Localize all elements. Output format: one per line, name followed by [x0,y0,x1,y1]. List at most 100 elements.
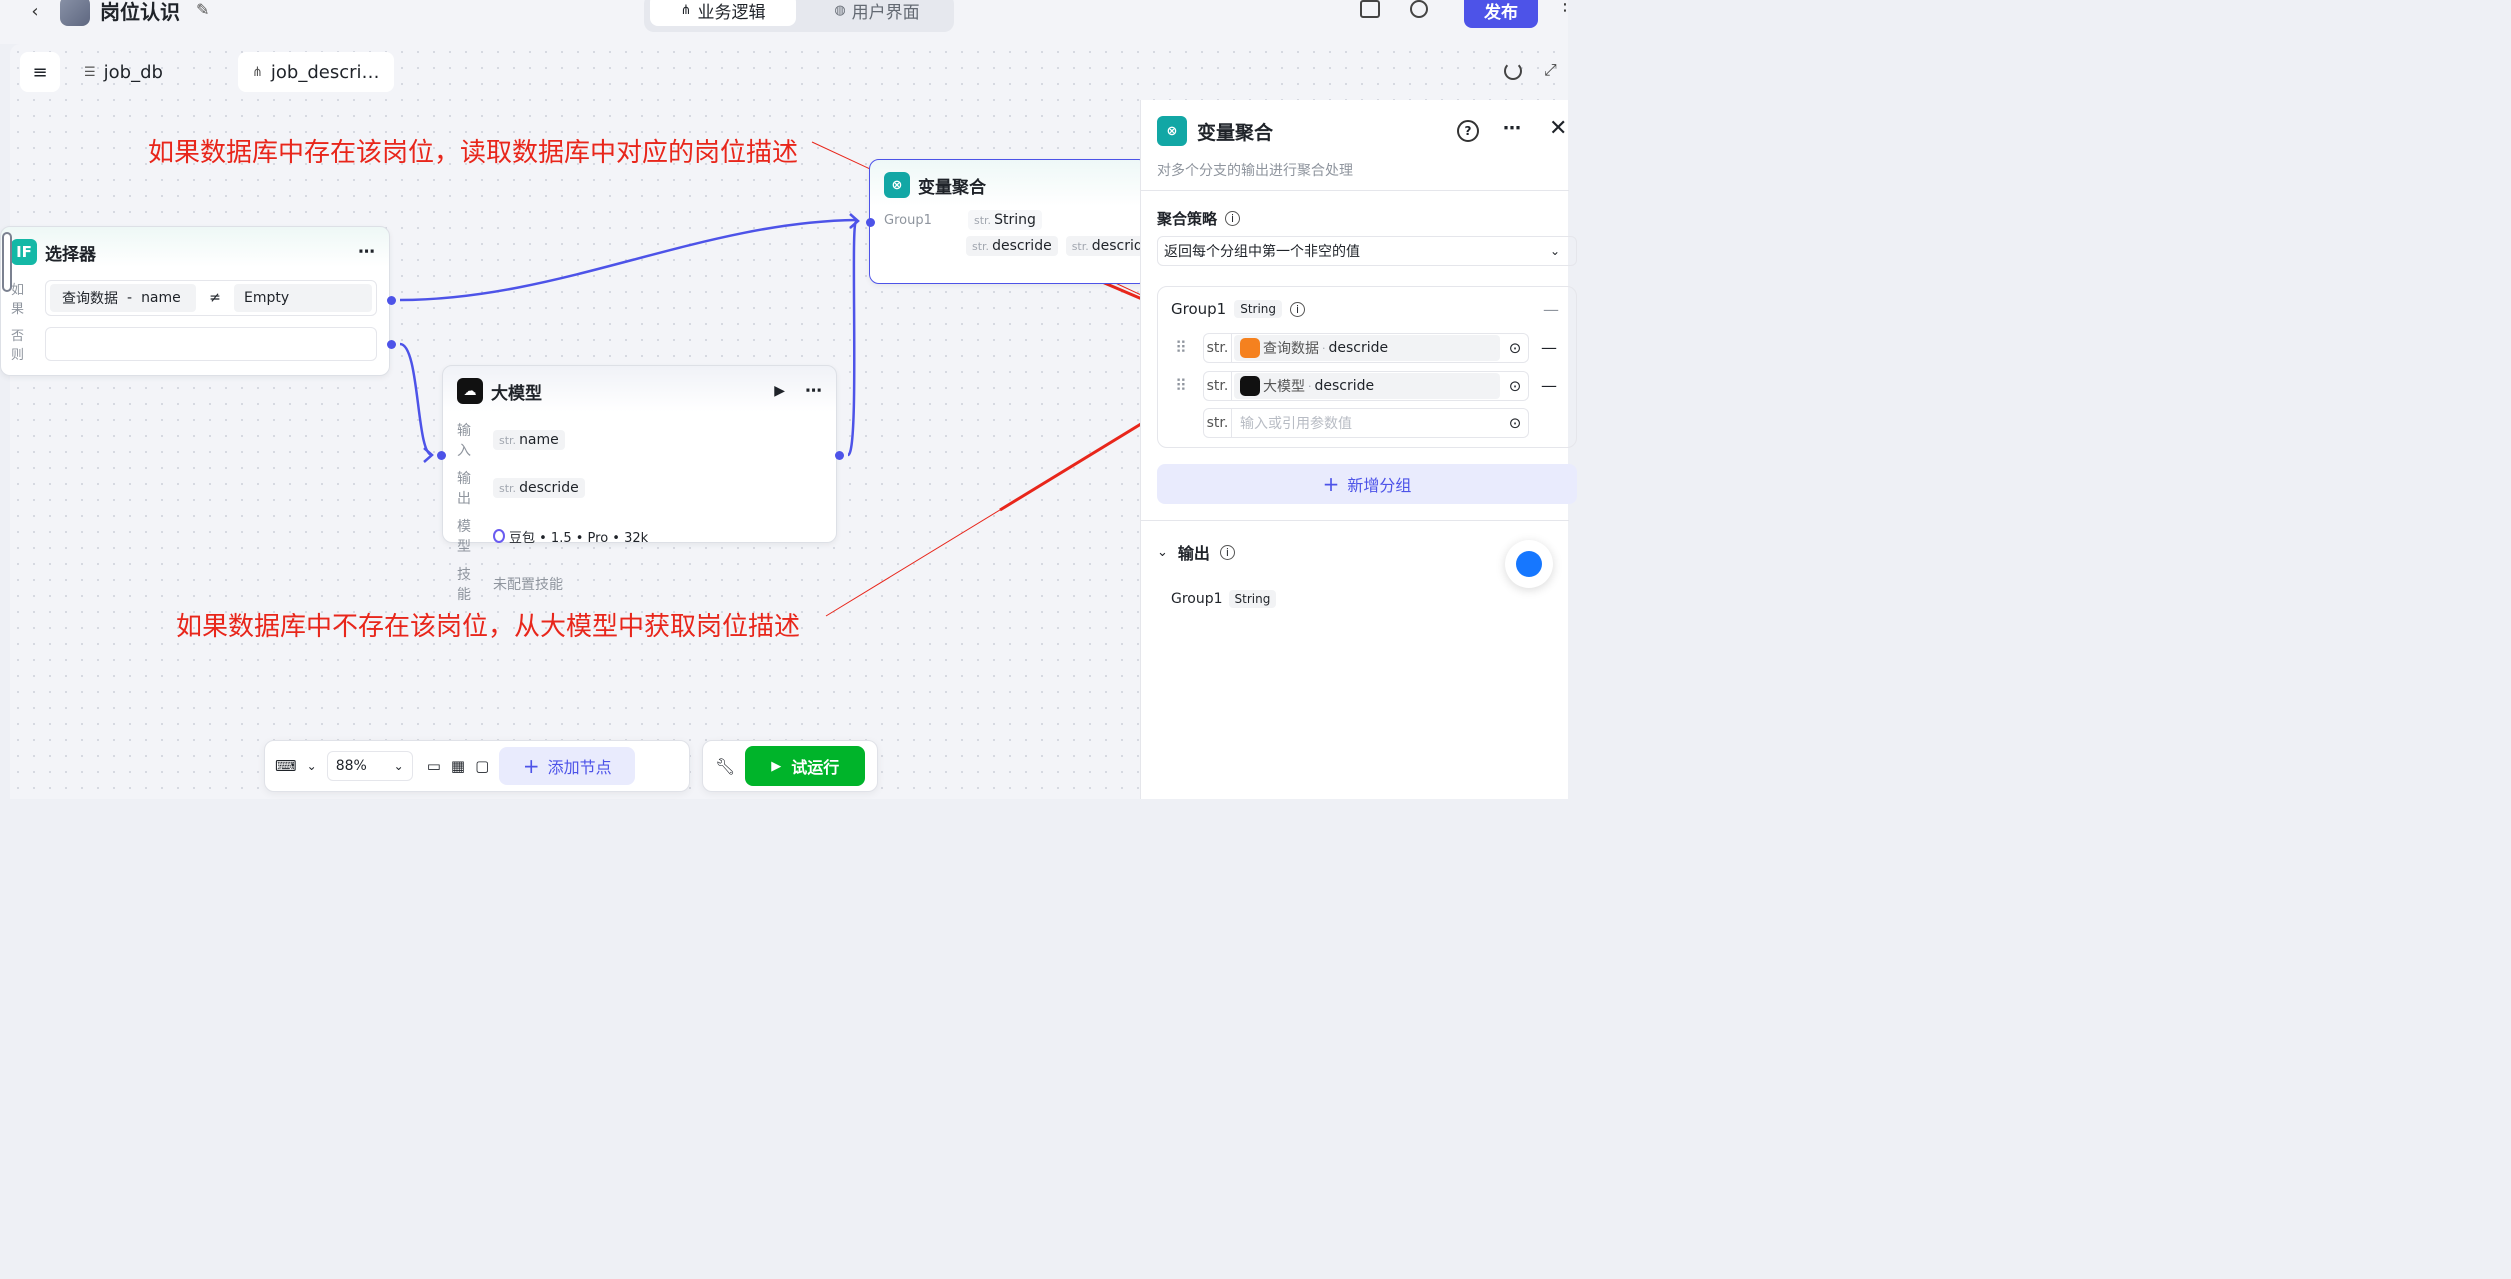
input-var: name [519,432,559,448]
str-prefix: str. [499,481,517,495]
model-value: 豆包 • 1.5 • Pro • 32k [509,530,649,546]
plus-icon: + [1322,472,1340,496]
reference-icon[interactable]: ⊙ [1502,339,1528,357]
chat-bubble-icon [1516,551,1542,577]
var-input-placeholder[interactable]: 输入或引用参数值 [1232,413,1502,433]
condition-box[interactable]: 查询数据 - name ≠ Empty [45,280,377,316]
plus-icon: + [522,754,540,778]
refresh-icon[interactable] [1504,62,1522,80]
node-title: 选择器 [45,244,96,265]
llm-node[interactable]: ☁ 大模型 ▶ ⋯ 输入 str. name 输出 str. descride 模型… [442,365,837,603]
group-name[interactable]: Group1 [1171,300,1226,318]
mouse-icon[interactable]: ⌨ [275,757,297,775]
tab-label: job_db [103,61,163,83]
skill-value: 未配置技能 [493,577,563,593]
close-icon[interactable]: ✕ [1549,116,1567,141]
not-equal-operator[interactable]: ≠ [202,290,228,306]
more-icon[interactable]: ⋮ [1556,0,1574,15]
play-icon[interactable]: ▶ [774,383,785,399]
strategy-select[interactable]: 返回每个分组中第一个非空的值 ⌄ [1157,236,1577,266]
aggregator-node[interactable]: ⊗ 变量聚合 Group1 str. String str. descride st… [869,159,1158,284]
minimap-icon[interactable]: ▢ [475,757,489,775]
input-var-tag: str. name [493,430,565,450]
more-icon[interactable]: ⋯ [1503,118,1521,139]
var-ref: 查询数据 · descride [1234,335,1500,361]
more-icon[interactable]: ⋯ [805,381,822,401]
reference-icon[interactable]: ⊙ [1502,377,1528,395]
remove-var-icon[interactable]: — [1541,338,1557,357]
output-section-label: 输出 [1177,544,1210,563]
aggregate-icon: ⊗ [1157,116,1187,146]
tab-job-db[interactable]: ☰ job_db [70,52,177,92]
database-source-icon [1240,338,1260,358]
help-icon[interactable]: ? [1457,120,1479,142]
agg-input-port[interactable] [866,218,875,227]
selector-node[interactable]: IF 选择器 ⋯ 如果 查询数据 - name ≠ Empty 否则 [0,226,390,376]
annotation-top: 如果数据库中存在该岗位，读取数据库中对应的岗位描述 [148,138,799,168]
strategy-label: 聚合策略 [1157,210,1218,228]
skill-label: 技能 [457,567,471,603]
condition-left-source: 查询数据 [62,291,118,307]
wrench-icon[interactable]: 🔧︎ [715,757,735,776]
agg-var-tag: str. descride [966,236,1058,256]
zoom-select[interactable]: 88% ⌄ [326,751,413,781]
assistant-float-button[interactable] [1505,540,1553,588]
expand-icon[interactable]: ⤢ [1544,60,1557,80]
var-name: descride [1328,340,1389,356]
else-box[interactable] [45,327,377,361]
output-var-tag: str. descride [493,478,585,498]
output-label: 输出 [457,471,471,507]
llm-output-port[interactable] [835,451,844,460]
tab-job-description[interactable]: ⋔ job_descri… [238,52,394,92]
llm-input-port[interactable] [437,451,446,460]
str-prefix: str. [499,433,517,447]
more-icon[interactable]: ⋯ [358,242,375,262]
reference-icon[interactable]: ⊙ [1502,414,1528,432]
back-icon[interactable]: ‹ [26,0,44,22]
test-run-button[interactable]: ▶ 试运行 [745,746,866,786]
chevron-down-icon[interactable]: ⌄ [307,759,317,773]
app-title: 岗位认识 [100,0,180,24]
remove-var-icon[interactable]: — [1541,376,1557,395]
app-logo [60,0,90,26]
condition-left[interactable]: 查询数据 - name [50,284,196,312]
condition-left-var: name [141,290,181,306]
sidebar-toggle-button[interactable]: ≡ [20,52,60,92]
comment-icon[interactable]: ▭ [427,757,441,775]
publish-button[interactable]: 发布 [1464,0,1538,28]
llm-source-icon [1240,376,1260,396]
group-var-row[interactable]: str. 查询数据 · descride ⊙ [1203,333,1529,363]
str-prefix: str. [1071,239,1089,253]
collapse-group-icon[interactable]: — [1543,300,1559,319]
tab-business-logic[interactable]: ⋔ 业务逻辑 [650,0,796,26]
info-icon: i [1290,301,1306,317]
add-group-label: 新增分组 [1347,476,1412,495]
archive-icon[interactable] [1360,0,1380,18]
drag-handle-icon[interactable]: ⠿ [1175,376,1187,395]
group-label: Group1 [884,212,932,228]
chevron-down-icon: ⌄ [393,759,404,773]
flow-icon: ⋔ [680,2,692,18]
model-label: 模型 [457,519,471,555]
group-type-tag: str. String [968,210,1042,230]
if-port[interactable] [387,296,396,305]
annotation-bottom: 如果数据库中不存在该岗位，从大模型中获取岗位描述 [176,612,801,642]
chevron-down-icon[interactable]: ⌄ [1157,545,1168,560]
layout-icon[interactable]: ▦ [451,757,465,775]
add-group-button[interactable]: + 新增分组 [1157,464,1577,504]
drag-handle-icon[interactable]: ⠿ [1175,338,1187,357]
else-label: 否则 [11,329,25,363]
group-var-row[interactable]: str. 大模型 · descride ⊙ [1203,371,1529,401]
node-scroll-handle[interactable] [2,232,12,292]
tab-user-interface[interactable]: ◍ 用户界面 [812,0,942,26]
node-title: 大模型 [491,383,542,404]
else-port[interactable] [387,340,396,349]
doubao-icon [493,529,505,543]
add-node-button[interactable]: + 添加节点 [499,747,636,785]
new-var-row[interactable]: str. 输入或引用参数值 ⊙ [1203,408,1529,438]
strategy-value: 返回每个分组中第一个非空的值 [1164,244,1360,260]
str-prefix: str. [1204,334,1232,362]
edit-icon[interactable]: ✎ [196,0,209,19]
condition-right[interactable]: Empty [234,284,372,312]
history-icon[interactable] [1410,0,1428,18]
